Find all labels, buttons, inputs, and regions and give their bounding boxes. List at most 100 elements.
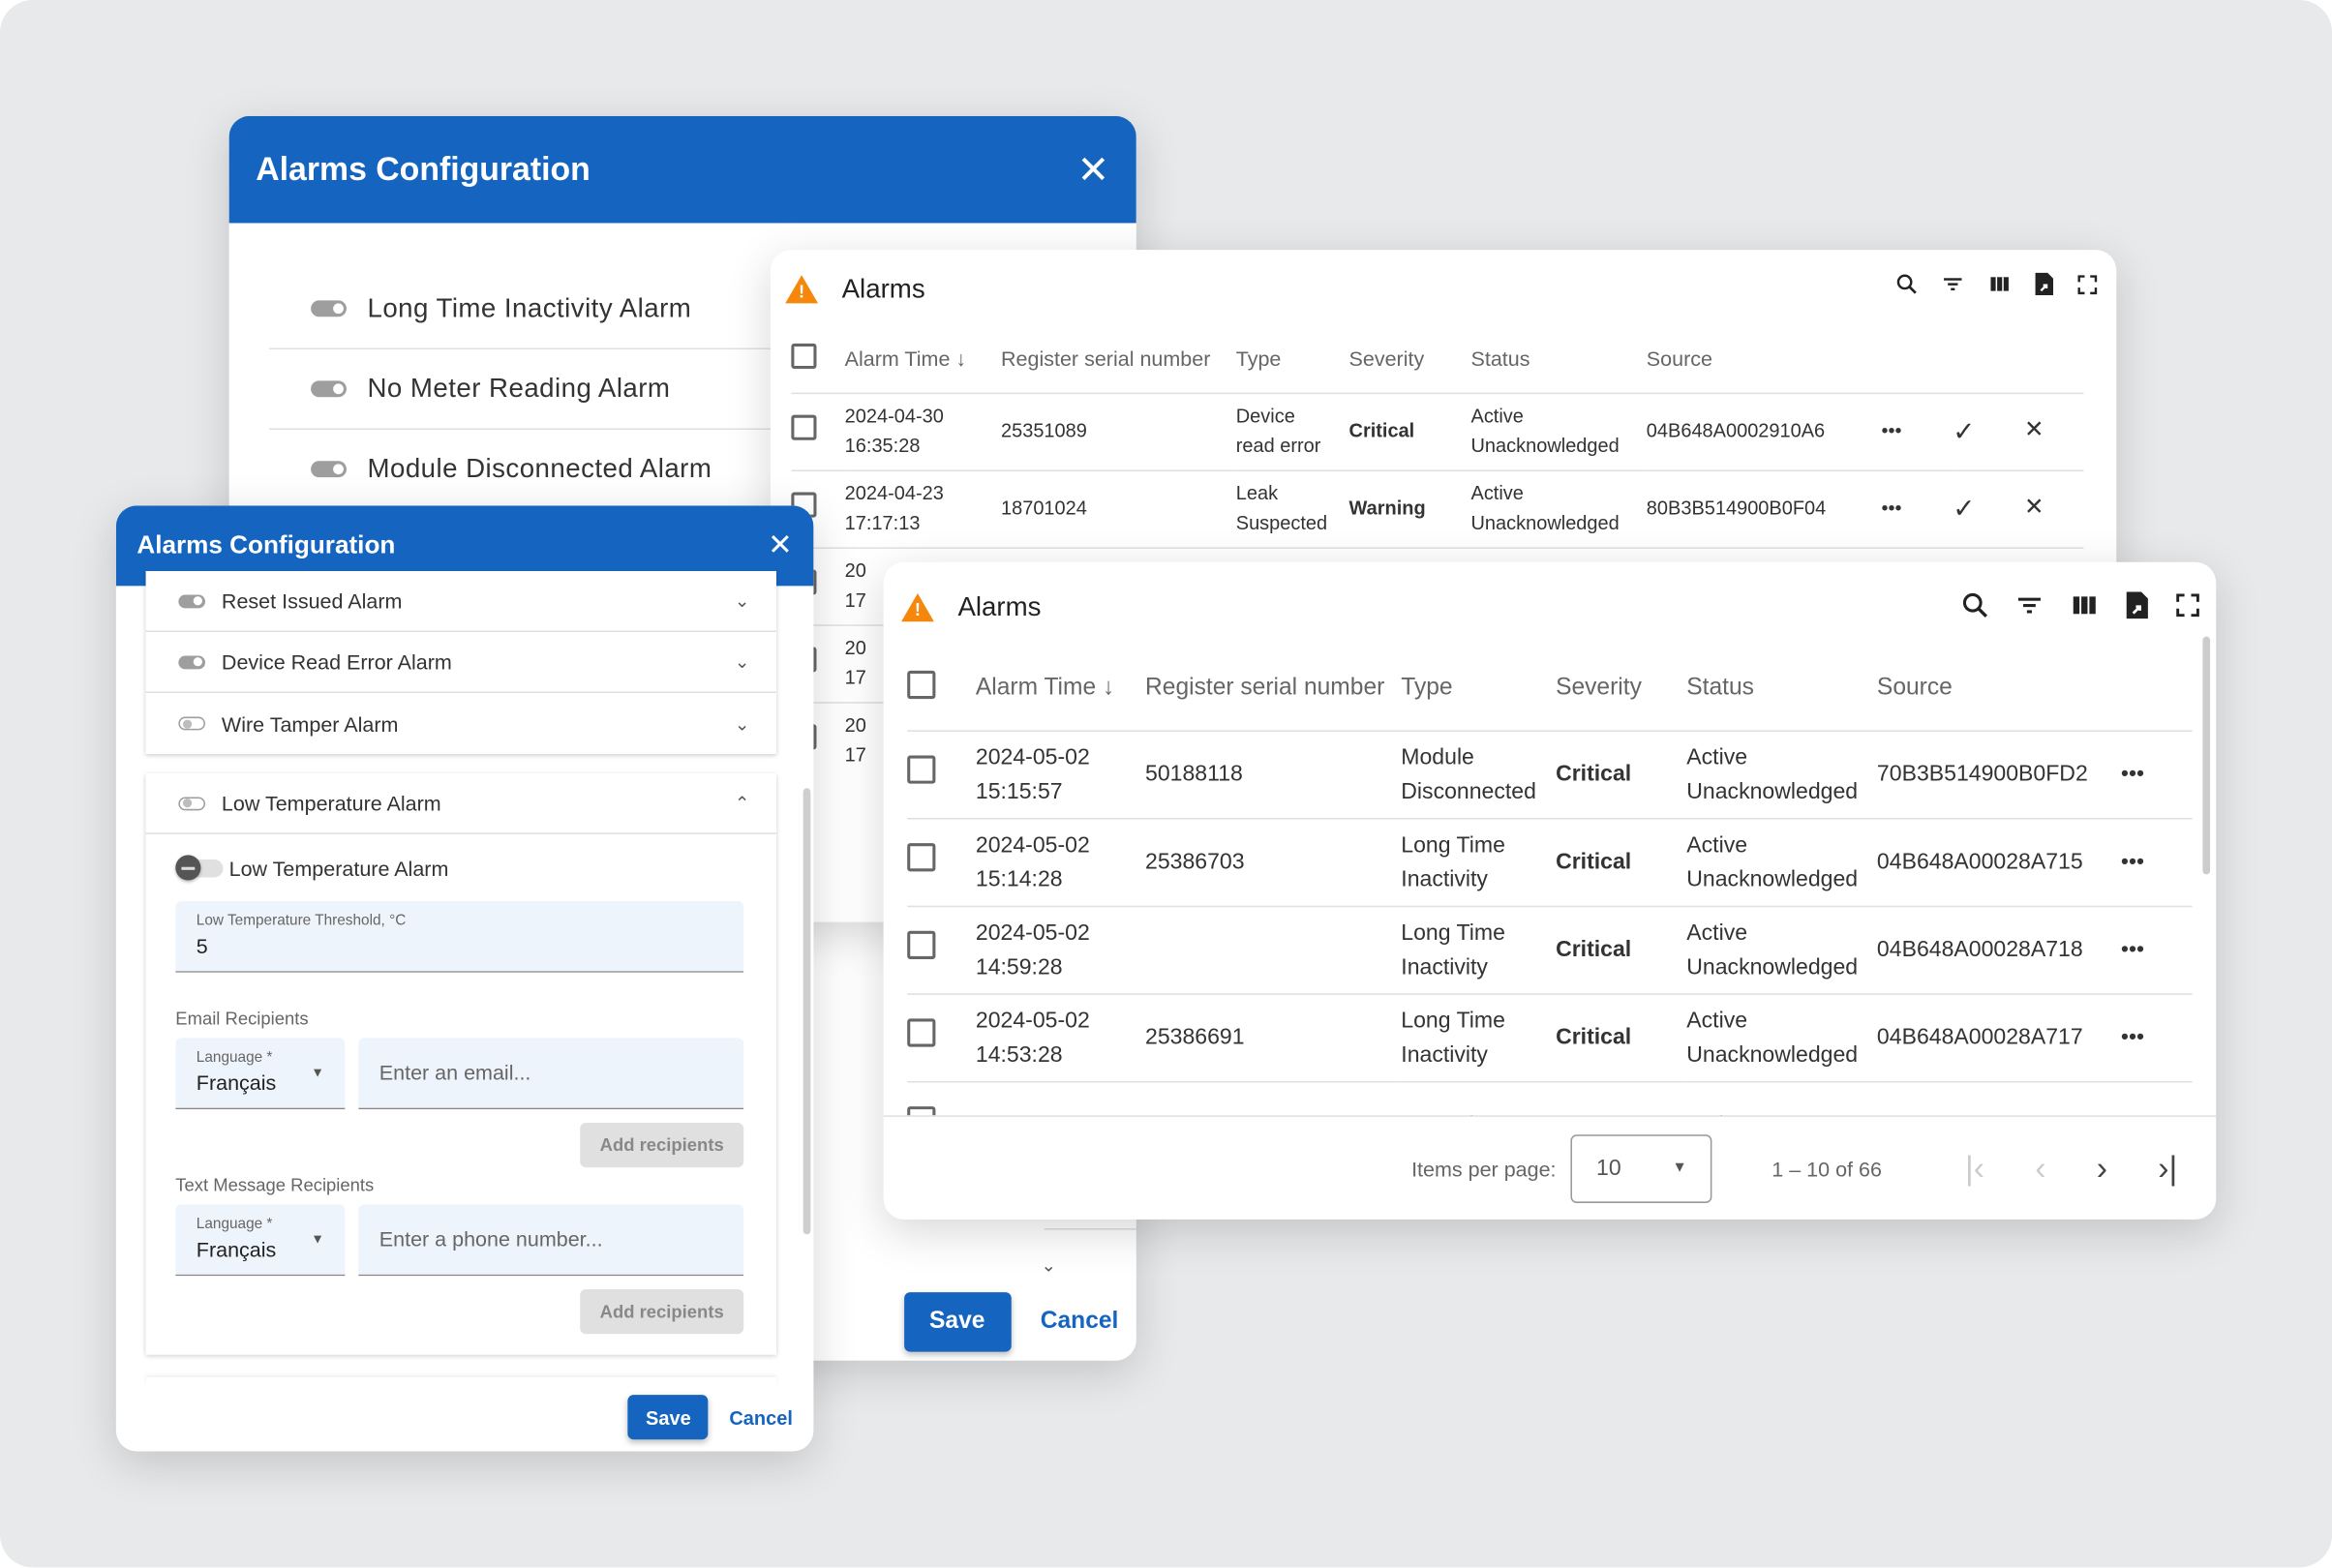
columns-icon[interactable] [1987, 272, 2013, 296]
chevron-down-icon[interactable]: ⌄ [1041, 1255, 1055, 1277]
dialog-scrollbar[interactable] [803, 788, 811, 1235]
email-language-select[interactable]: Language * Français ▼ [175, 1038, 346, 1110]
dialog-header: Alarms Configuration ✕ [228, 115, 1136, 224]
add-email-recipients-button[interactable]: Add recipients [580, 1122, 744, 1168]
column-header-serial[interactable]: Register serial number [1001, 324, 1236, 393]
table-header-row: Alarm Time ↓ Register serial number Type… [791, 324, 2083, 393]
caret-down-icon: ▼ [1672, 1160, 1687, 1177]
table-scrollbar[interactable] [2202, 636, 2211, 875]
toggle-switch[interactable] [178, 593, 206, 608]
more-icon[interactable]: ••• [2120, 817, 2193, 906]
table-row[interactable]: 2024-05-02 15:15:57 50188118 Module Disconne… [907, 729, 2193, 819]
save-button[interactable]: Save [627, 1395, 709, 1440]
toggle-switch[interactable] [311, 461, 347, 478]
chevron-up-icon[interactable]: ⌃ [735, 793, 749, 814]
type-cell: Long Time Inactivity [1401, 992, 1557, 1081]
toggle-switch[interactable] [178, 716, 206, 731]
type-cell: Leak Suspected [1235, 468, 1349, 548]
first-page-icon[interactable]: |‹ [1965, 1149, 1984, 1188]
email-input[interactable]: Enter an email... [358, 1038, 744, 1110]
save-button[interactable]: Save [903, 1292, 1012, 1352]
row-checkbox[interactable] [907, 1105, 936, 1116]
last-page-icon[interactable]: ›| [2158, 1149, 2177, 1188]
more-icon[interactable]: ••• [1881, 468, 1953, 548]
row-checkbox[interactable] [907, 930, 936, 959]
column-header-severity[interactable]: Severity [1556, 648, 1686, 731]
close-icon[interactable]: ✕ [1077, 150, 1109, 189]
items-per-page-select[interactable]: 10 ▼ [1570, 1133, 1712, 1203]
cancel-button[interactable]: Cancel [1041, 1309, 1119, 1336]
acknowledge-icon[interactable]: ✓ [1953, 391, 2025, 470]
column-header-status[interactable]: Status [1470, 324, 1646, 393]
alarm-item[interactable]: Wire Tamper Alarm ⌄ [146, 693, 776, 754]
select-all-checkbox[interactable] [791, 343, 817, 369]
close-icon[interactable]: ✕ [768, 530, 793, 560]
serial-cell [1145, 1080, 1402, 1116]
more-icon[interactable]: ••• [2120, 992, 2193, 1081]
threshold-field[interactable]: Low Temperature Threshold, °C 5 [175, 901, 744, 973]
alarm-item-label: Reset Issued Alarm [221, 588, 403, 613]
column-header-type[interactable]: Type [1236, 324, 1349, 393]
export-icon[interactable] [2033, 271, 2055, 298]
chevron-down-icon[interactable]: ⌄ [735, 713, 749, 735]
enable-toggle[interactable]: Low Temperature Alarm [175, 855, 448, 881]
sms-language-select[interactable]: Language * Français ▼ [175, 1204, 346, 1277]
toggle-switch[interactable] [178, 796, 206, 810]
next-alarm-group [145, 1376, 777, 1386]
row-checkbox[interactable] [907, 1017, 936, 1046]
toggle-switch[interactable] [178, 654, 206, 669]
alarm-item[interactable]: Device Read Error Alarm ⌄ [145, 632, 777, 693]
caret-down-icon: ▼ [311, 1231, 324, 1247]
select-all-checkbox[interactable] [907, 671, 936, 700]
add-sms-recipients-button[interactable]: Add recipients [580, 1289, 744, 1335]
column-header-serial[interactable]: Register serial number [1145, 648, 1401, 731]
column-header-source[interactable]: Source [1877, 648, 2121, 731]
column-header-alarm-time[interactable]: Alarm Time ↓ [976, 648, 1145, 731]
more-icon[interactable]: ••• [2120, 729, 2193, 819]
panel-title-text: Alarms [957, 591, 1042, 622]
table-row[interactable]: 2024-04-23 17:17:13 18701024 Leak Suspecte… [791, 468, 2084, 548]
table-row[interactable]: 2024-05-02 14:53:28 25386691 Long Time Inact… [907, 992, 2193, 1081]
column-header-alarm-time[interactable]: Alarm Time ↓ [845, 324, 1001, 393]
row-checkbox[interactable] [907, 842, 936, 871]
next-page-icon[interactable]: › [2097, 1149, 2107, 1188]
row-checkbox[interactable] [907, 754, 936, 783]
row-checkbox[interactable] [791, 413, 817, 440]
export-icon[interactable] [2124, 588, 2151, 621]
column-header-type[interactable]: Type [1401, 648, 1556, 731]
chevron-down-icon[interactable]: ⌄ [735, 651, 749, 673]
clear-icon[interactable]: ✕ [2024, 391, 2084, 470]
toggle-switch[interactable] [311, 380, 347, 398]
fullscreen-icon[interactable] [2174, 591, 2201, 618]
chevron-down-icon[interactable]: ⌄ [735, 590, 749, 612]
serial-cell [1145, 904, 1402, 994]
phone-input[interactable]: Enter a phone number... [358, 1204, 744, 1277]
column-header-status[interactable]: Status [1686, 648, 1877, 731]
filter-icon[interactable] [2014, 590, 2044, 620]
acknowledge-icon[interactable]: ✓ [1953, 468, 2025, 548]
source-cell: 04B648A0002910A6 [1646, 391, 1882, 470]
clear-icon[interactable]: ✕ [2024, 468, 2084, 548]
alarm-item-label: Device Read Error Alarm [221, 649, 452, 674]
more-icon[interactable]: ••• [2120, 904, 2193, 994]
alarm-time-cell: 2024-04-30 16:35:28 [844, 391, 1001, 470]
previous-page-icon[interactable]: ‹ [2035, 1149, 2045, 1188]
column-header-severity[interactable]: Severity [1349, 324, 1471, 393]
caret-down-icon: ▼ [311, 1065, 324, 1080]
search-icon[interactable] [1894, 272, 1919, 296]
table-row[interactable]: 2024-04-30 16:35:28 25351089 Device read e… [791, 391, 2084, 470]
alarm-item-expanded[interactable]: Low Temperature Alarm ⌃ [145, 773, 777, 834]
table-row[interactable]: 2024-05-02 14:59:28 Long Time Inactivity Cri… [907, 904, 2193, 994]
search-icon[interactable] [1960, 590, 1990, 620]
column-header-source[interactable]: Source [1647, 324, 1882, 393]
columns-icon[interactable] [2069, 590, 2100, 620]
fullscreen-icon[interactable] [2076, 273, 2099, 295]
cancel-button[interactable]: Cancel [729, 1406, 793, 1429]
more-icon[interactable]: ••• [1881, 391, 1953, 470]
table-row[interactable]: 2024-05-02 Long Time Active [907, 1080, 2193, 1116]
table-row[interactable]: 2024-05-02 15:14:28 25386703 Long Time Inact… [907, 817, 2193, 906]
serial-cell: 18701024 [1000, 468, 1236, 548]
filter-icon[interactable] [1939, 272, 1966, 296]
toggle-switch[interactable] [311, 300, 347, 317]
alarm-item[interactable]: Reset Issued Alarm ⌄ [145, 571, 777, 632]
